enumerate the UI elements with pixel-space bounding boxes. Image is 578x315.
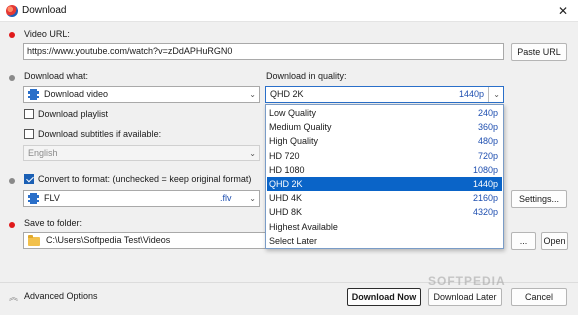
download-subtitles-checkbox[interactable]: [24, 129, 34, 139]
section-dot: [9, 178, 15, 184]
quality-option-value: 720p: [477, 150, 498, 161]
quality-option-value: 480p: [477, 136, 498, 147]
quality-option-name: High Quality: [269, 136, 319, 147]
convert-format-extension: .flv: [220, 193, 232, 203]
download-what-select[interactable]: Download video ⌄: [23, 86, 260, 103]
quality-option[interactable]: UHD 4K 2160p: [267, 191, 502, 205]
quality-option[interactable]: Select Later: [267, 234, 502, 248]
quality-option[interactable]: QHD 2K 1440p: [267, 177, 502, 191]
window-title: Download: [22, 5, 67, 16]
quality-option[interactable]: UHD 8K 4320p: [267, 205, 502, 219]
video-file-icon: [28, 89, 39, 100]
quality-selected-name: QHD 2K: [270, 89, 304, 99]
quality-option-name: Highest Available: [269, 221, 338, 232]
quality-option-name: UHD 8K: [269, 207, 303, 218]
quality-label: Download in quality:: [266, 71, 347, 81]
chevron-down-icon: ⌄: [249, 194, 256, 203]
quality-option-name: UHD 4K: [269, 193, 303, 204]
quality-option-name: Medium Quality: [269, 122, 332, 133]
quality-option-name: Select Later: [269, 235, 318, 246]
quality-option-value: 1440p: [472, 179, 498, 189]
chevron-down-icon: ⌄: [249, 149, 256, 158]
folder-icon: [28, 235, 40, 246]
download-what-label: Download what:: [24, 71, 89, 81]
quality-option[interactable]: HD 1080 1080p: [267, 163, 502, 177]
chevron-down-icon[interactable]: ⌄: [493, 87, 500, 102]
quality-option-value: 360p: [477, 122, 498, 133]
quality-option-name: HD 1080: [269, 164, 305, 175]
quality-select[interactable]: QHD 2K 1440p ⌄: [265, 86, 504, 103]
quality-option-name: HD 720: [269, 150, 300, 161]
convert-format-checkbox[interactable]: [24, 174, 34, 184]
download-later-button[interactable]: Download Later: [428, 288, 502, 306]
quality-option-value: 240p: [477, 108, 498, 118]
download-what-value: Download video: [44, 89, 109, 99]
chevron-up-icon[interactable]: ︽: [9, 290, 18, 303]
watermark: SOFTPEDIA: [428, 274, 506, 288]
video-url-input[interactable]: https://www.youtube.com/watch?v=zDdAPHuR…: [23, 43, 504, 60]
subtitle-language-select: English ⌄: [23, 145, 260, 161]
advanced-options-link[interactable]: Advanced Options: [24, 291, 98, 301]
quality-option[interactable]: Highest Available: [267, 220, 502, 234]
title-bar: Download ✕: [0, 0, 578, 22]
quality-option[interactable]: Low Quality 240p: [267, 106, 502, 120]
required-dot: [9, 32, 15, 38]
quality-option-name: Low Quality: [269, 108, 317, 118]
save-folder-path: C:\Users\Softpedia Test\Videos: [46, 235, 171, 245]
convert-format-value: FLV: [44, 193, 60, 203]
paste-url-button[interactable]: Paste URL: [511, 43, 567, 61]
download-subtitles-label: Download subtitles if available:: [38, 129, 162, 139]
app-icon: [6, 5, 18, 17]
chevron-down-icon: ⌄: [249, 90, 256, 99]
quality-option-value: 4320p: [472, 207, 498, 218]
download-playlist-checkbox[interactable]: [24, 109, 34, 119]
settings-button[interactable]: Settings...: [511, 190, 567, 208]
video-url-label: Video URL:: [24, 29, 70, 39]
download-now-button[interactable]: Download Now: [347, 288, 421, 306]
close-button[interactable]: ✕: [548, 0, 578, 22]
open-folder-button[interactable]: Open: [541, 232, 568, 250]
quality-option-value: 2160p: [472, 193, 498, 204]
section-dot: [9, 75, 15, 81]
quality-option[interactable]: HD 720 720p: [267, 149, 502, 163]
subtitle-language-value: English: [28, 148, 58, 158]
required-dot: [9, 222, 15, 228]
cancel-button[interactable]: Cancel: [511, 288, 567, 306]
quality-option[interactable]: High Quality 480p: [267, 134, 502, 148]
combo-divider: [488, 87, 489, 102]
quality-dropdown-list: Low Quality 240p Medium Quality 360p High Qu…: [265, 104, 504, 249]
save-folder-label: Save to folder:: [24, 218, 83, 228]
quality-option-name: QHD 2K: [269, 179, 303, 189]
browse-folder-button[interactable]: ...: [511, 232, 536, 250]
download-playlist-label: Download playlist: [38, 109, 109, 119]
quality-selected-value: 1440p: [459, 89, 485, 99]
convert-format-select[interactable]: FLV .flv ⌄: [23, 190, 260, 207]
convert-format-label: Convert to format: (unchecked = keep ori…: [38, 174, 252, 184]
quality-option-value: 1080p: [472, 164, 498, 175]
video-file-icon: [28, 193, 39, 204]
quality-option[interactable]: Medium Quality 360p: [267, 120, 502, 134]
